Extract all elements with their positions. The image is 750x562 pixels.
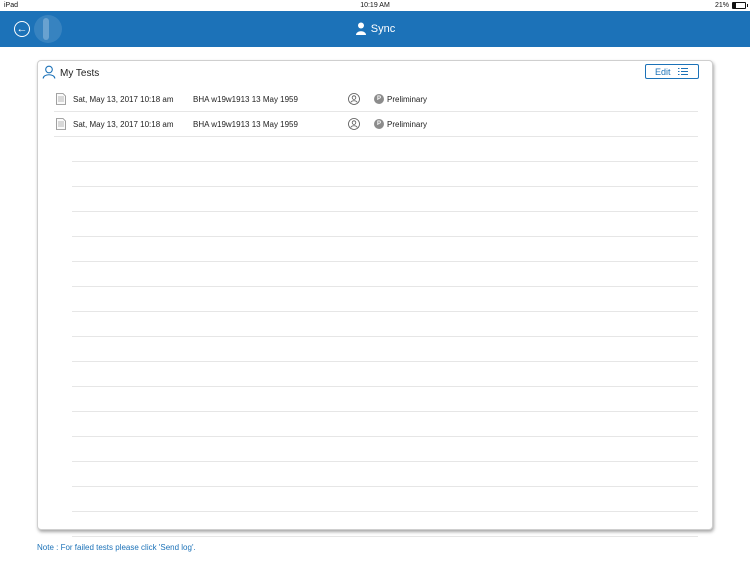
battery-icon [732, 2, 748, 9]
test-row[interactable]: Sat, May 13, 2017 10:18 am BHA w19w1913 … [54, 112, 698, 137]
empty-row-line [72, 487, 698, 512]
empty-row-line [72, 287, 698, 312]
card-title: My Tests [60, 68, 100, 79]
empty-row-line [72, 362, 698, 387]
edit-button-label: Edit [655, 66, 671, 77]
page-title-text: Sync [370, 22, 396, 35]
test-list: Sat, May 13, 2017 10:18 am BHA w19w1913 … [38, 87, 712, 537]
edit-button[interactable]: Edit [645, 64, 699, 79]
status-bar: iPad 10:19 AM 21% [0, 0, 750, 11]
list-icon [678, 68, 688, 75]
test-date: Sat, May 13, 2017 10:18 am [73, 120, 174, 129]
empty-row-line [72, 212, 698, 237]
status-time: 10:19 AM [360, 2, 390, 9]
test-patient: BHA w19w1913 13 May 1959 [193, 120, 298, 129]
test-patient: BHA w19w1913 13 May 1959 [193, 95, 298, 104]
my-tests-card: My Tests Edit Sat, May 13, 2017 10:18 am… [37, 60, 713, 537]
empty-row-line [72, 262, 698, 287]
test-status: Preliminary [387, 95, 428, 104]
test-row[interactable]: Sat, May 13, 2017 10:18 am BHA w19w1913 … [54, 87, 698, 112]
test-status: Preliminary [387, 120, 428, 129]
battery-indicator: 21% [714, 2, 748, 9]
user-sync-icon [355, 22, 366, 35]
patient-icon [348, 118, 360, 130]
empty-row-lines [38, 137, 712, 537]
battery-percent: 21% [714, 2, 729, 9]
empty-row-line [72, 187, 698, 212]
empty-row-line [72, 387, 698, 412]
document-icon [56, 93, 66, 105]
empty-row-line [72, 162, 698, 187]
empty-row-line [72, 237, 698, 262]
send-log-note: Note : For failed tests please click 'Se… [37, 543, 196, 552]
status-badge: P [374, 119, 384, 129]
empty-row-line [72, 512, 698, 537]
empty-row-line [72, 312, 698, 337]
empty-row-line [72, 437, 698, 462]
empty-row-line [72, 412, 698, 437]
nav-bar: ← Sync [0, 11, 750, 47]
user-icon [42, 65, 56, 79]
test-date: Sat, May 13, 2017 10:18 am [73, 95, 174, 104]
empty-row-line [72, 337, 698, 362]
status-badge: P [374, 94, 384, 104]
document-icon [56, 118, 66, 130]
page-title: Sync [0, 22, 750, 35]
empty-row-line [72, 462, 698, 487]
card-header: My Tests Edit [38, 61, 712, 85]
empty-row-line [72, 137, 698, 162]
patient-icon [348, 93, 360, 105]
